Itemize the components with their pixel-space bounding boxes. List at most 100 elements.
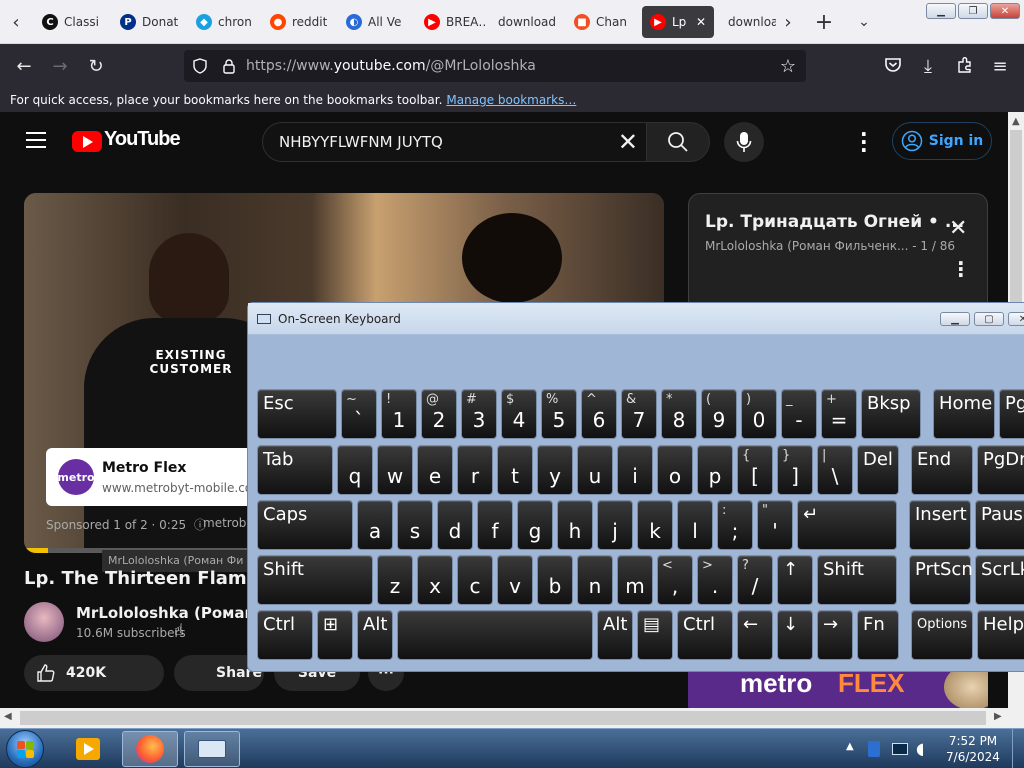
close-playlist-icon[interactable]: ✕ (949, 216, 967, 241)
osk-key-l[interactable]: l (677, 500, 713, 550)
osk-key-symbol-2-11[interactable]: " ' (757, 500, 793, 550)
back-arrow-icon[interactable]: ← (10, 52, 38, 80)
scroll-left-icon[interactable]: ◀ (4, 711, 12, 722)
playlist-kebab-icon[interactable]: · · · (957, 253, 965, 285)
on-screen-keyboard-window[interactable]: On-Screen Keyboard ▁ ▢ ✕ Esc ~ `! 1 @2 #3 $4% 5… (247, 302, 1024, 672)
osk-key-m[interactable]: m (617, 555, 653, 605)
osk-key-esc[interactable]: Esc (257, 389, 337, 439)
guide-menu-icon[interactable] (26, 132, 46, 148)
osk-key-symbol-3-11[interactable]: ↑ (777, 555, 813, 605)
channel-avatar[interactable] (24, 602, 64, 642)
osk-key-x[interactable]: x (417, 555, 453, 605)
tab-scroll-right-icon[interactable]: › (774, 8, 802, 36)
show-hidden-icons[interactable]: ▲ (846, 741, 854, 752)
osk-key-insert[interactable]: Insert (909, 500, 971, 550)
list-tabs-chevron-down-icon[interactable]: ⌄ (850, 8, 878, 36)
forward-arrow-icon[interactable]: → (46, 52, 74, 80)
osk-key-alt[interactable]: Alt (357, 610, 393, 660)
horizontal-scrollbar[interactable]: ◀ ▶ (0, 708, 1024, 728)
youtube-logo-text[interactable]: YouTube (104, 128, 181, 151)
osk-key-7[interactable]: & 7 (621, 389, 657, 439)
osk-key-del[interactable]: Del (857, 445, 899, 495)
osk-key-o[interactable]: o (657, 445, 693, 495)
settings-kebab-icon[interactable]: · · · (860, 124, 868, 160)
osk-key-z[interactable]: z (377, 555, 413, 605)
osk-key-s[interactable]: s (397, 500, 433, 550)
tab-10[interactable]: downloa (720, 6, 776, 38)
osk-key-shift[interactable]: Shift (817, 555, 897, 605)
firefox-taskbar-icon[interactable] (122, 731, 178, 767)
osk-key-e[interactable]: e (417, 445, 453, 495)
tab-scroll-left-icon[interactable]: ‹ (2, 8, 30, 36)
osk-key-symbol-0-13[interactable]: + = (821, 389, 857, 439)
playlist-owner[interactable]: MrLololoshka (Роман Фильченк... (705, 239, 908, 253)
extensions-icon[interactable] (956, 56, 974, 74)
osk-key-symbol-1-13[interactable]: | \ (817, 445, 853, 495)
osk-maximize-button[interactable]: ▢ (974, 312, 1004, 326)
osk-key-symbol-4-9[interactable]: → (817, 610, 853, 660)
osk-key-a[interactable]: a (357, 500, 393, 550)
tab-2[interactable]: P Donat (112, 6, 182, 38)
osk-key-t[interactable]: t (497, 445, 533, 495)
osk-taskbar-icon[interactable] (184, 731, 240, 767)
osk-key-shift[interactable]: Shift (257, 555, 373, 605)
playlist-title[interactable]: Lp. Тринадцать Огней • ... (705, 212, 964, 232)
osk-key-p[interactable]: p (697, 445, 733, 495)
osk-key-ctrl[interactable]: Ctrl (677, 610, 733, 660)
osk-key-g[interactable]: g (517, 500, 553, 550)
tab-1[interactable]: C Classi (34, 6, 104, 38)
osk-key-0[interactable]: ) 0 (741, 389, 777, 439)
osk-key-ctrl[interactable]: Ctrl (257, 610, 313, 660)
osk-key-v[interactable]: v (497, 555, 533, 605)
tab-9[interactable]: ▶ Lp ✕ (642, 6, 714, 38)
tray-app-icon[interactable] (868, 741, 880, 757)
tab-4[interactable]: ● reddit (262, 6, 332, 38)
close-window-button[interactable]: ✕ (990, 3, 1020, 19)
shield-icon[interactable] (192, 58, 208, 74)
osk-key-end[interactable]: End (911, 445, 973, 495)
osk-key-r[interactable]: r (457, 445, 493, 495)
minimize-button[interactable]: ▁ (926, 3, 956, 19)
osk-key-c[interactable]: c (457, 555, 493, 605)
osk-key-tab[interactable]: Tab (257, 445, 333, 495)
osk-key-u[interactable]: u (577, 445, 613, 495)
osk-key-y[interactable]: y (537, 445, 573, 495)
osk-key-symbol-0-1[interactable]: ~ ` (341, 389, 377, 439)
osk-key-symbol-4-1[interactable]: ⊞ (317, 610, 353, 660)
osk-key-symbol-2-10[interactable]: :; (717, 500, 753, 550)
osk-key-f[interactable]: f (477, 500, 513, 550)
osk-key-symbol-1-12[interactable]: }] (777, 445, 813, 495)
osk-key-1[interactable]: ! 1 (381, 389, 417, 439)
youtube-logo-icon[interactable] (72, 131, 102, 152)
volume-icon[interactable]: ◖ (916, 739, 924, 758)
osk-key-6[interactable]: ^ 6 (581, 389, 617, 439)
scroll-right-icon[interactable]: ▶ (994, 711, 1002, 722)
osk-key-b[interactable]: b (537, 555, 573, 605)
tab-5[interactable]: ◐ All Ve (338, 6, 408, 38)
tab-6[interactable]: ▶ BREA… AUTO (416, 6, 486, 38)
osk-key-symbol-4-5[interactable]: ▤ (637, 610, 673, 660)
osk-key-5[interactable]: % 5 (541, 389, 577, 439)
network-icon[interactable] (892, 743, 908, 755)
bookmark-star-icon[interactable]: ☆ (780, 56, 796, 77)
osk-key-symbol-3-10[interactable]: ? / (737, 555, 773, 605)
menu-hamburger-icon[interactable]: ≡ (986, 52, 1014, 80)
osk-key-q[interactable]: q (337, 445, 373, 495)
osk-key-symbol-4-7[interactable]: ← (737, 610, 773, 660)
clear-search-icon[interactable]: ✕ (618, 128, 638, 156)
osk-key-home[interactable]: Home (933, 389, 995, 439)
osk-key-9[interactable]: (9 (701, 389, 737, 439)
osk-key-space[interactable] (397, 610, 593, 660)
osk-key-symbol-3-9[interactable]: >. (697, 555, 733, 605)
osk-key-symbol-1-11[interactable]: {[ (737, 445, 773, 495)
search-input[interactable]: NHBYYFLWFNM JUYTQ ✕ (262, 122, 647, 162)
tab-8[interactable]: ■ Chan (566, 6, 636, 38)
osk-title-bar[interactable]: On-Screen Keyboard ▁ ▢ ✕ (248, 303, 1024, 335)
clock[interactable]: 7:52 PM 7/6/2024 (938, 733, 1008, 765)
pocket-icon[interactable] (884, 56, 902, 74)
start-button[interactable] (6, 730, 44, 768)
show-desktop-button[interactable] (1012, 729, 1024, 768)
osk-key-3[interactable]: #3 (461, 389, 497, 439)
restore-button[interactable]: ❐ (958, 3, 988, 19)
lock-icon[interactable] (222, 58, 236, 74)
